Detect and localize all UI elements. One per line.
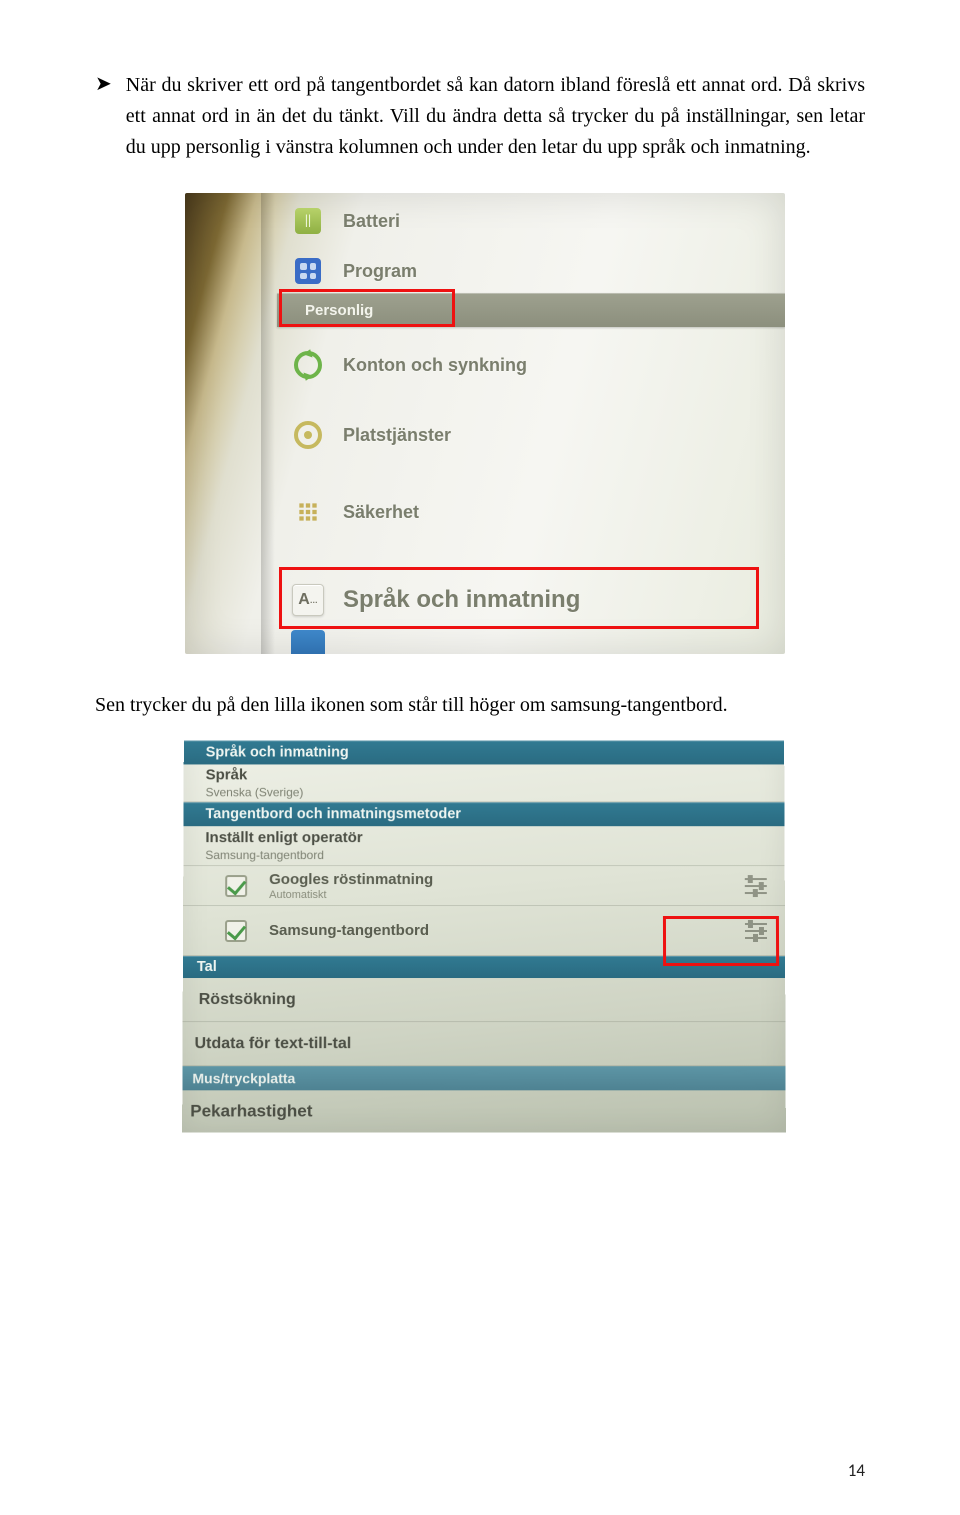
label-plats: Platstjänster (343, 425, 451, 446)
row-rostsokning: Röstsökning (183, 978, 786, 1022)
security-icon (291, 495, 325, 529)
device-edge-shadow (261, 193, 275, 654)
bullet-paragraph: ➤ När du skriver ett ord på tangentborde… (95, 70, 865, 163)
row-google-title: Googles röstinmatning (269, 871, 433, 888)
battery-icon (291, 204, 325, 238)
photo-language-input-menu: Språk och inmatning Språk Svenska (Sveri… (182, 741, 786, 1133)
row-utdata-label: Utdata för text-till-tal (195, 1035, 786, 1053)
checkbox-icon (225, 875, 247, 897)
partial-blue-icon (291, 630, 325, 654)
apps-icon (291, 254, 325, 288)
band-mus: Mus/tryckplatta (182, 1066, 785, 1090)
settings-row-konton: Konton och synkning (277, 333, 785, 397)
row-samsung-title: Samsung-tangentbord (269, 922, 429, 939)
band3-label: Tal (197, 959, 217, 975)
row-googles-rost: Googles röstinmatning Automatiskt (183, 866, 785, 906)
settings-row-plats: Platstjänster (277, 403, 785, 467)
bullet-icon: ➤ (95, 70, 112, 98)
page-number: 14 (848, 1460, 865, 1481)
row-utdata-tts: Utdata för text-till-tal (182, 1022, 785, 1066)
settings-row-sakerhet: Säkerhet (277, 477, 785, 547)
row-google-sub: Automatiskt (269, 889, 433, 901)
band-tangentbord: Tangentbord och inmatningsmetoder (183, 802, 784, 826)
highlight-box-sliders-icon (663, 916, 779, 966)
settings-row-batteri: Batteri (277, 195, 785, 247)
row-pekarhastighet: Pekarhastighet (182, 1090, 786, 1132)
band1-label: Språk och inmatning (206, 745, 349, 761)
paragraph-1-text: När du skriver ett ord på tangentbordet … (126, 70, 865, 163)
photo-settings-menu: Batteri Program Personlig Konton och syn… (185, 193, 785, 654)
settings-sliders-icon (745, 875, 767, 897)
highlight-box-sprak (279, 567, 759, 629)
band-sprak-inmatning: Språk och inmatning (184, 741, 784, 765)
row-operator: Inställt enligt operatör Samsung-tangent… (183, 826, 784, 866)
row-pekar-label: Pekarhastighet (190, 1101, 786, 1121)
paragraph-2-text: Sen trycker du på den lilla ikonen som s… (95, 690, 865, 720)
label-program: Program (343, 261, 417, 282)
row-operator-title: Inställt enligt operatör (205, 829, 784, 846)
sync-icon (291, 348, 325, 382)
label-sakerhet: Säkerhet (343, 502, 419, 523)
location-icon (291, 418, 325, 452)
highlight-box-personlig (279, 289, 455, 327)
row-sprak-title: Språk (206, 766, 785, 783)
row-rostsokning-label: Röstsökning (199, 991, 786, 1009)
row-operator-sub: Samsung-tangentbord (205, 848, 784, 862)
checkbox-icon (225, 920, 247, 942)
band4-label: Mus/tryckplatta (192, 1070, 295, 1086)
band2-label: Tangentbord och inmatningsmetoder (205, 806, 460, 822)
row-sprak-sub: Svenska (Sverige) (206, 785, 785, 799)
label-batteri: Batteri (343, 211, 400, 232)
label-konton: Konton och synkning (343, 355, 527, 376)
row-sprak: Språk Svenska (Sverige) (184, 764, 785, 802)
